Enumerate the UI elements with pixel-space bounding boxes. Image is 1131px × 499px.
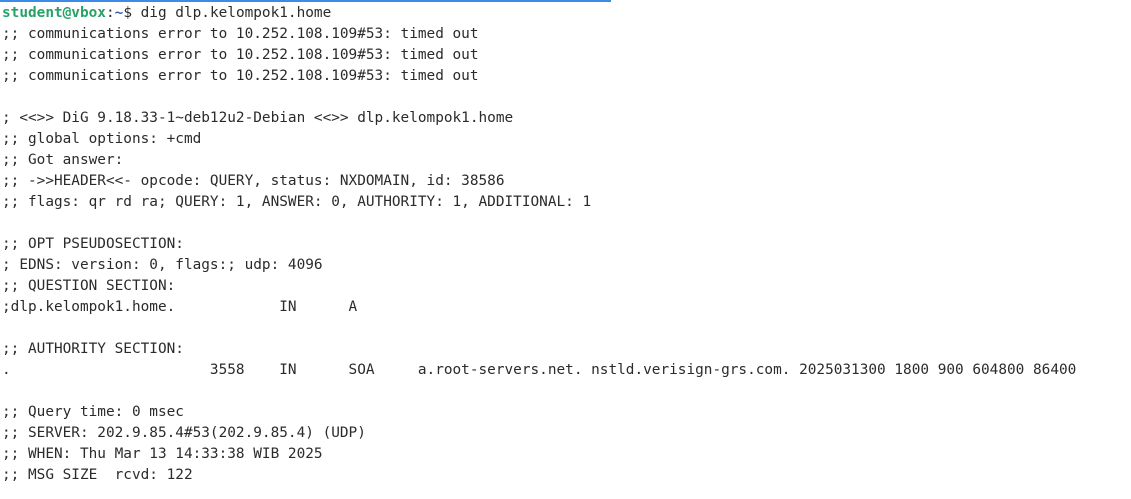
output-line: ;; Got answer:: [2, 152, 124, 168]
output-line: ;; AUTHORITY SECTION:: [2, 341, 184, 357]
prompt-path: ~: [114, 5, 124, 21]
output-line: ;; communications error to 10.252.108.10…: [2, 47, 479, 63]
prompt-symbol: $: [123, 5, 141, 21]
output-line: ;; Query time: 0 msec: [2, 404, 184, 420]
progress-bar-fill: [0, 0, 611, 2]
output-line: ;; QUESTION SECTION:: [2, 278, 176, 294]
output-line: ;; global options: +cmd: [2, 131, 202, 147]
output-line: ;; flags: qr rd ra; QUERY: 1, ANSWER: 0,…: [2, 194, 592, 210]
output-line: ;; OPT PSEUDOSECTION:: [2, 236, 184, 252]
output-line: ;; MSG SIZE rcvd: 122: [2, 467, 193, 483]
output-line: ;; communications error to 10.252.108.10…: [2, 68, 479, 84]
output-line: ;; WHEN: Thu Mar 13 14:33:38 WIB 2025: [2, 446, 323, 462]
output-line: ;dlp.kelompok1.home. IN A: [2, 299, 358, 315]
output-line: ;; ->>HEADER<<- opcode: QUERY, status: N…: [2, 173, 505, 189]
command-prompt-line: student@vbox:~$ dig dlp.kelompok1.home: [2, 3, 1131, 24]
output-line: ; <<>> DiG 9.18.33-1~deb12u2-Debian <<>>…: [2, 110, 514, 126]
output-line: ;; SERVER: 202.9.85.4#53(202.9.85.4) (UD…: [2, 425, 366, 441]
output-line: . 3558 IN SOA a.root-servers.net. nstld.…: [2, 362, 1077, 378]
output-line: ; EDNS: version: 0, flags:; udp: 4096: [2, 257, 323, 273]
prompt-separator: :: [105, 5, 115, 21]
output-line: ;; communications error to 10.252.108.10…: [2, 26, 479, 42]
terminal-window[interactable]: student@vbox:~$ dig dlp.kelompok1.home ;…: [0, 0, 1131, 499]
progress-bar: [0, 0, 1131, 2]
command-text: dig dlp.kelompok1.home: [140, 5, 332, 21]
prompt-user-host: student@vbox: [2, 5, 106, 21]
command-output: ;; communications error to 10.252.108.10…: [2, 24, 1131, 486]
